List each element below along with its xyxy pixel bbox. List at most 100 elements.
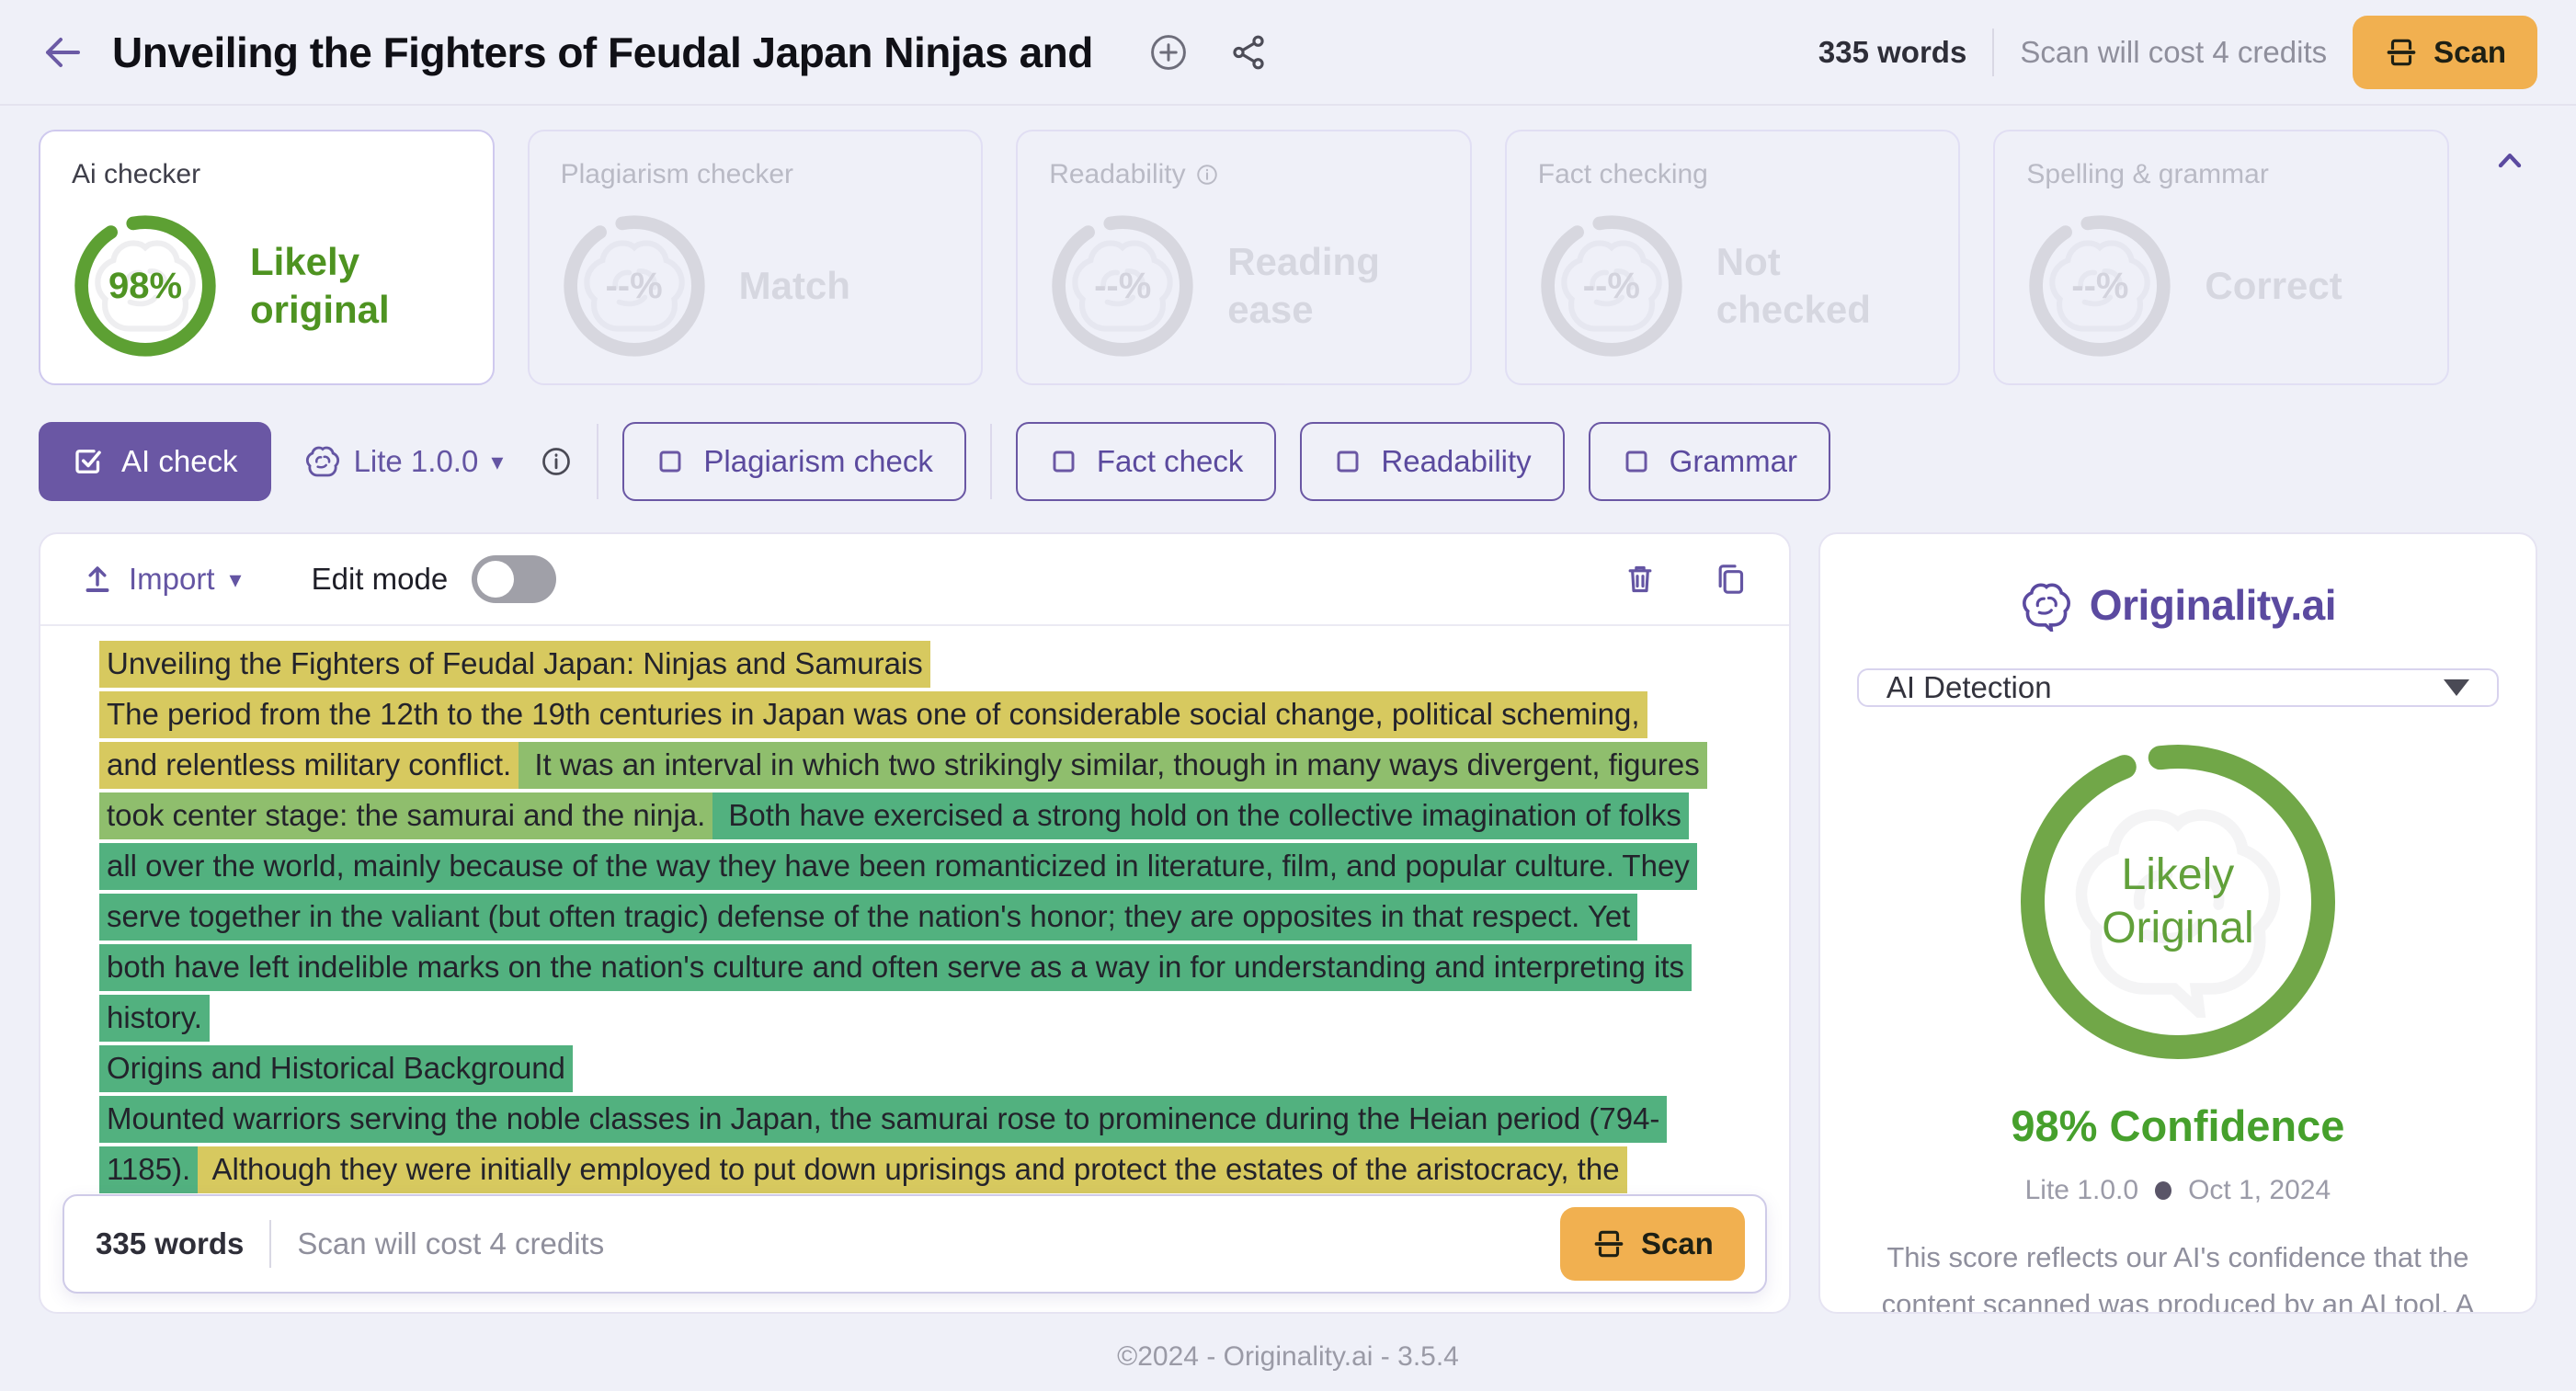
checkbox-empty-icon <box>655 447 685 476</box>
chevron-down-icon: ▾ <box>230 567 242 591</box>
add-circle-icon[interactable] <box>1148 32 1189 73</box>
highlighted-text-segment: Both have exercised a strong hold on the… <box>712 792 1689 839</box>
divider <box>1992 29 1994 76</box>
card-status: Likely original <box>250 238 462 335</box>
scan-button-label: Scan <box>1641 1226 1714 1261</box>
brain-icon <box>304 443 341 480</box>
delete-icon[interactable] <box>1622 561 1658 598</box>
score-ring: --% <box>1049 212 1196 359</box>
score-ring: --% <box>1538 212 1685 359</box>
gauge-label: Likely Original <box>2007 731 2349 1073</box>
dot-separator-icon <box>2155 1181 2171 1200</box>
plagiarism-check-label: Plagiarism check <box>703 444 932 479</box>
copy-icon[interactable] <box>1712 561 1749 598</box>
highlighted-text-segment: 1185). <box>99 1146 198 1193</box>
editor-panel: Import ▾ Edit mode Unveiling the Fighter… <box>39 532 1791 1314</box>
highlighted-text-segment: serve together in the valiant (but often… <box>99 894 1637 941</box>
share-icon[interactable] <box>1229 33 1268 72</box>
text-line: all over the world, mainly because of th… <box>99 841 1752 892</box>
edit-mode-toggle[interactable] <box>472 555 556 603</box>
checkbox-checked-icon <box>72 445 105 478</box>
card-label: Readability <box>1049 159 1185 190</box>
import-label: Import <box>129 562 215 597</box>
scan-button-label: Scan <box>2434 35 2506 70</box>
highlighted-text-segment: and relentless military conflict. <box>99 742 519 789</box>
model-version: Lite 1.0.0 <box>2025 1175 2138 1206</box>
grammar-check-label: Grammar <box>1670 444 1797 479</box>
ring-value: 98% <box>72 212 219 359</box>
editor-toolbar: Import ▾ Edit mode <box>40 534 1789 626</box>
page-title: Unveiling the Fighters of Feudal Japan N… <box>112 28 1093 77</box>
plagiarism-check-button[interactable]: Plagiarism check <box>622 422 965 501</box>
card-status: Not checked <box>1716 238 1928 335</box>
gauge-label-line1: Likely <box>2122 849 2235 902</box>
grammar-check-button[interactable]: Grammar <box>1589 422 1830 501</box>
main-area: Import ▾ Edit mode Unveiling the Fighter… <box>0 501 2576 1314</box>
score-ring: --% <box>561 212 708 359</box>
checkbox-empty-icon <box>1622 447 1651 476</box>
checkbox-empty-icon <box>1333 447 1362 476</box>
highlighted-text-segment: Origins and Historical Background <box>99 1045 573 1092</box>
scan-cost: Scan will cost 4 credits <box>2020 35 2327 70</box>
card-label: Fact checking <box>1538 159 1928 190</box>
scan-button-bottom[interactable]: Scan <box>1560 1207 1745 1281</box>
readability-check-button[interactable]: Readability <box>1300 422 1564 501</box>
edit-mode-label: Edit mode <box>312 562 449 597</box>
confidence-score: 98% Confidence <box>2011 1100 2344 1151</box>
ai-check-button[interactable]: AI check <box>39 422 271 501</box>
highlighted-text-segment: both have left indelible marks on the na… <box>99 944 1692 991</box>
fact-check-label: Fact check <box>1097 444 1244 479</box>
scan-date: Oct 1, 2024 <box>2188 1175 2331 1206</box>
chevron-up-icon <box>2491 143 2528 179</box>
card-ai-checker[interactable]: Ai checker 98% Likely original <box>39 130 495 385</box>
chevron-down-icon: ▾ <box>491 450 503 473</box>
model-info-button[interactable] <box>540 445 573 478</box>
originality-logo-icon <box>2020 578 2073 632</box>
card-label: Ai checker <box>72 159 462 190</box>
gauge-label-line2: Original <box>2102 902 2253 955</box>
divider <box>990 424 992 499</box>
divider <box>269 1220 271 1268</box>
highlighted-text-segment: Although they were initially employed to… <box>198 1146 1626 1193</box>
checkbox-empty-icon <box>1049 447 1078 476</box>
app-footer: ©2024 - Originality.ai - 3.5.4 <box>0 1314 2576 1373</box>
info-icon <box>540 445 573 478</box>
text-line: serve together in the valiant (but often… <box>99 892 1752 942</box>
card-status: Reading ease <box>1227 238 1439 335</box>
model-selector[interactable]: Lite 1.0.0 ▾ <box>295 443 513 480</box>
text-line: both have left indelible marks on the na… <box>99 942 1752 993</box>
highlighted-text-segment: took center stage: the samurai and the n… <box>99 792 712 839</box>
confidence-gauge: Likely Original <box>2007 731 2349 1073</box>
toggle-knob <box>477 561 514 598</box>
ring-value: --% <box>561 212 708 359</box>
card-label: Spelling & grammar <box>2026 159 2416 190</box>
scan-meta: Lite 1.0.0 Oct 1, 2024 <box>2025 1175 2331 1206</box>
highlighted-text-segment: Unveiling the Fighters of Feudal Japan: … <box>99 641 930 688</box>
detection-type-dropdown[interactable]: AI Detection <box>1857 668 2499 707</box>
score-ring: 98% <box>72 212 219 359</box>
fact-check-button[interactable]: Fact check <box>1016 422 1277 501</box>
divider <box>597 424 598 499</box>
text-line: Origins and Historical Background <box>99 1043 1752 1094</box>
card-status: Correct <box>2205 262 2342 311</box>
highlighted-text-segment: Mounted warriors serving the noble class… <box>99 1096 1667 1143</box>
card-spelling-grammar[interactable]: Spelling & grammar --% Correct <box>1993 130 2449 385</box>
score-description: This score reflects our AI's confidence … <box>1857 1234 2499 1314</box>
back-button[interactable] <box>39 29 86 76</box>
card-fact-checking[interactable]: Fact checking --% Not checked <box>1505 130 1961 385</box>
upload-icon <box>81 563 114 596</box>
card-readability[interactable]: Readability --% Reading ease <box>1016 130 1472 385</box>
highlighted-text-segment: all over the world, mainly because of th… <box>99 843 1697 890</box>
back-arrow-icon <box>41 31 84 74</box>
scan-button[interactable]: Scan <box>2353 16 2537 89</box>
results-panel: Originality.ai AI Detection Likely Origi… <box>1818 532 2537 1314</box>
card-plagiarism-checker[interactable]: Plagiarism checker --% Match <box>528 130 984 385</box>
scan-icon <box>2384 35 2419 70</box>
editor-text[interactable]: Unveiling the Fighters of Feudal Japan: … <box>40 626 1789 1246</box>
footer-scan-cost: Scan will cost 4 credits <box>297 1226 604 1261</box>
collapse-cards-button[interactable] <box>2482 130 2537 179</box>
brand-name: Originality.ai <box>2090 580 2336 630</box>
import-button[interactable]: Import ▾ <box>81 562 242 597</box>
ring-value: --% <box>1049 212 1196 359</box>
card-label: Plagiarism checker <box>561 159 951 190</box>
